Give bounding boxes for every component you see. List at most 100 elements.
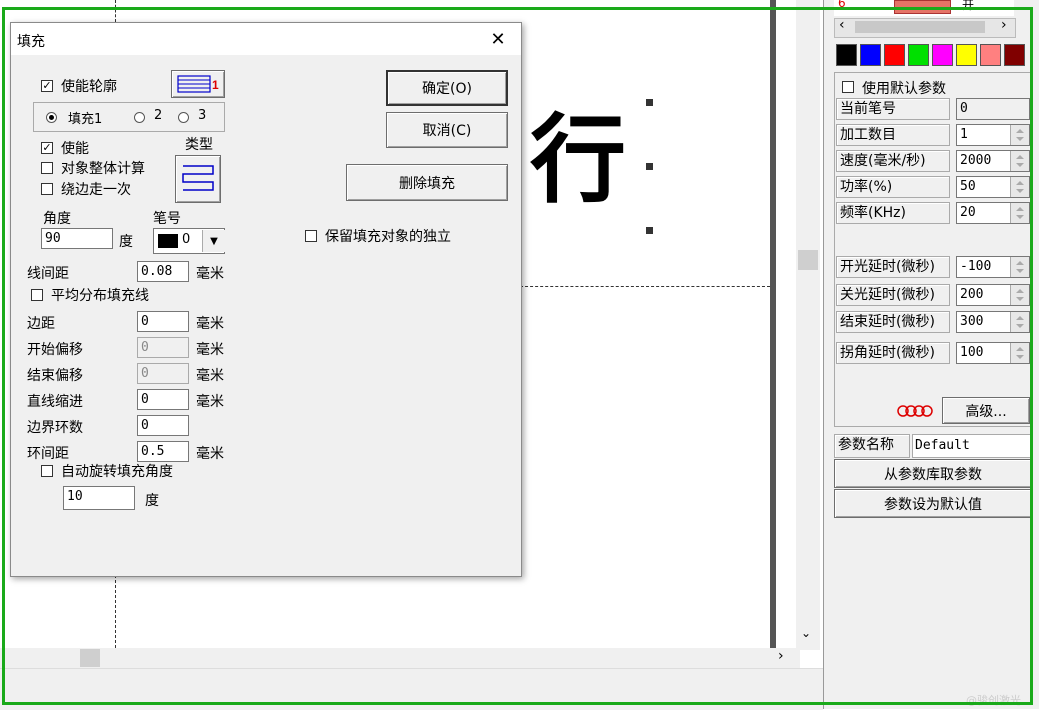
palette-color-swatch[interactable]: [836, 44, 857, 66]
pen-label: 笔号: [153, 211, 181, 227]
use-default-checkbox[interactable]: [842, 81, 854, 93]
border-loops-label: 边界环数: [27, 420, 83, 436]
pen-status: 开: [962, 0, 975, 12]
ok-button[interactable]: 确定(O): [386, 70, 508, 106]
spinner-arrows-icon[interactable]: [1010, 177, 1029, 197]
scroll-thumb[interactable]: [855, 21, 985, 33]
spinner-arrows-icon[interactable]: [1010, 285, 1029, 305]
line-spacing-unit: 毫米: [196, 266, 224, 282]
params-value-input[interactable]: 20: [956, 202, 1030, 224]
pen-parameter-panel: 6 开 ‹ › 使用默认参数 当前笔号 0 加工数目 1 速度(毫米/秒) 2000 功率(…: [823, 0, 1039, 709]
pen-list-hscroll[interactable]: ‹ ›: [834, 17, 1016, 38]
auto-rotate-checkbox[interactable]: [41, 465, 53, 477]
pen-color-swatch[interactable]: [894, 0, 951, 14]
line-spacing-label: 线间距: [27, 266, 69, 282]
loop-spacing-label: 环间距: [27, 446, 69, 462]
fill2-radio[interactable]: [134, 112, 145, 123]
delays-label: 结束延时(微秒): [836, 311, 950, 333]
pen-color-swatch: [158, 234, 178, 248]
selection-handle[interactable]: [646, 163, 653, 170]
spinner-arrows-icon[interactable]: [1010, 312, 1029, 332]
canvas-border: [770, 0, 776, 650]
pen-list[interactable]: 6 开: [834, 0, 1014, 16]
params-label: 当前笔号: [836, 98, 950, 120]
params-value-input[interactable]: 2000: [956, 150, 1030, 172]
load-from-library-button[interactable]: 从参数库取参数: [834, 459, 1032, 488]
palette-color-swatch[interactable]: [956, 44, 977, 66]
dropdown-arrow-icon[interactable]: ▼: [202, 230, 225, 252]
delete-fill-button[interactable]: 删除填充: [346, 164, 508, 201]
fill3-radio[interactable]: [178, 112, 189, 123]
params-value-input[interactable]: 1: [956, 124, 1030, 146]
palette-color-swatch[interactable]: [908, 44, 929, 66]
angle-input[interactable]: 90: [41, 228, 113, 249]
vertical-scrollbar[interactable]: ⌄: [796, 0, 820, 650]
delays-value-input[interactable]: 300: [956, 311, 1030, 333]
pen-select-value: 0: [182, 232, 191, 247]
loop-spacing-unit: 毫米: [196, 446, 224, 462]
enable-outline-checkbox[interactable]: ✓: [41, 80, 53, 92]
palette-color-swatch[interactable]: [980, 44, 1001, 66]
spinner-arrows-icon[interactable]: [1010, 343, 1029, 363]
delays-value: 100: [960, 345, 984, 360]
loop-spacing-input[interactable]: 0.5: [137, 441, 189, 462]
spinner-arrows-icon[interactable]: [1010, 151, 1029, 171]
whole-calc-checkbox[interactable]: [41, 162, 53, 174]
delays-value: 200: [960, 287, 984, 302]
auto-rotate-label: 自动旋转填充角度: [61, 464, 173, 480]
chevron-right-icon[interactable]: ›: [1001, 17, 1007, 33]
chevron-left-icon[interactable]: ‹: [839, 17, 845, 33]
palette-color-swatch[interactable]: [1004, 44, 1025, 66]
spinner-arrows-icon[interactable]: [1010, 125, 1029, 145]
margin-unit: 毫米: [196, 316, 224, 332]
line-indent-input[interactable]: 0: [137, 389, 189, 410]
even-distribute-checkbox[interactable]: [31, 289, 43, 301]
border-loops-input[interactable]: 0: [137, 415, 189, 436]
fill1-radio[interactable]: [46, 112, 57, 123]
spinner-arrows-icon[interactable]: [1010, 203, 1029, 223]
horizontal-scrollbar[interactable]: ›: [0, 648, 800, 668]
palette-color-swatch[interactable]: [884, 44, 905, 66]
advanced-button[interactable]: 高级...: [942, 397, 1030, 424]
params-value-input[interactable]: 50: [956, 176, 1030, 198]
canvas-text-object[interactable]: 行: [530, 112, 626, 208]
outline-style-button[interactable]: 1: [171, 70, 225, 98]
selection-handle[interactable]: [646, 99, 653, 106]
param-name-label: 参数名称: [834, 434, 910, 458]
cancel-button[interactable]: 取消(C): [386, 112, 508, 148]
edge-once-label: 绕边走一次: [61, 182, 131, 198]
params-value: 50: [960, 179, 976, 194]
delays-value-input[interactable]: -100: [956, 256, 1030, 278]
set-default-button[interactable]: 参数设为默认值: [834, 489, 1032, 518]
scroll-thumb[interactable]: [80, 649, 100, 667]
delays-label: 拐角延时(微秒): [836, 342, 950, 364]
scroll-thumb[interactable]: [798, 250, 818, 270]
margin-input[interactable]: 0: [137, 311, 189, 332]
pen-select[interactable]: 0 ▼: [153, 228, 225, 254]
rotate-angle-input[interactable]: 10: [63, 486, 135, 510]
chevron-down-icon[interactable]: ⌄: [801, 626, 811, 640]
delays-value-input[interactable]: 100: [956, 342, 1030, 364]
guide-line-vertical-lower: [115, 575, 116, 648]
enable-checkbox[interactable]: ✓: [41, 142, 53, 154]
close-icon[interactable]: ✕: [483, 27, 513, 51]
fill-type-button[interactable]: [175, 155, 221, 203]
delays-value: 300: [960, 314, 984, 329]
params-label: 加工数目: [836, 124, 950, 146]
chevron-right-icon[interactable]: ›: [778, 648, 784, 664]
edge-once-checkbox[interactable]: [41, 183, 53, 195]
end-offset-unit: 毫米: [196, 368, 224, 384]
fill3-label: 3: [198, 108, 207, 123]
line-spacing-input[interactable]: 0.08: [137, 261, 189, 282]
line-indent-label: 直线缩进: [27, 394, 83, 410]
params-value-input[interactable]: 0: [956, 98, 1030, 120]
laser-icon[interactable]: [896, 400, 936, 422]
palette-color-swatch[interactable]: [932, 44, 953, 66]
spinner-arrows-icon[interactable]: [1010, 257, 1029, 277]
keep-independent-checkbox[interactable]: [305, 230, 317, 242]
palette-color-swatch[interactable]: [860, 44, 881, 66]
selection-handle[interactable]: [646, 227, 653, 234]
delays-value-input[interactable]: 200: [956, 284, 1030, 306]
param-name-field[interactable]: Default: [912, 434, 1032, 458]
params-value: 2000: [960, 153, 992, 168]
